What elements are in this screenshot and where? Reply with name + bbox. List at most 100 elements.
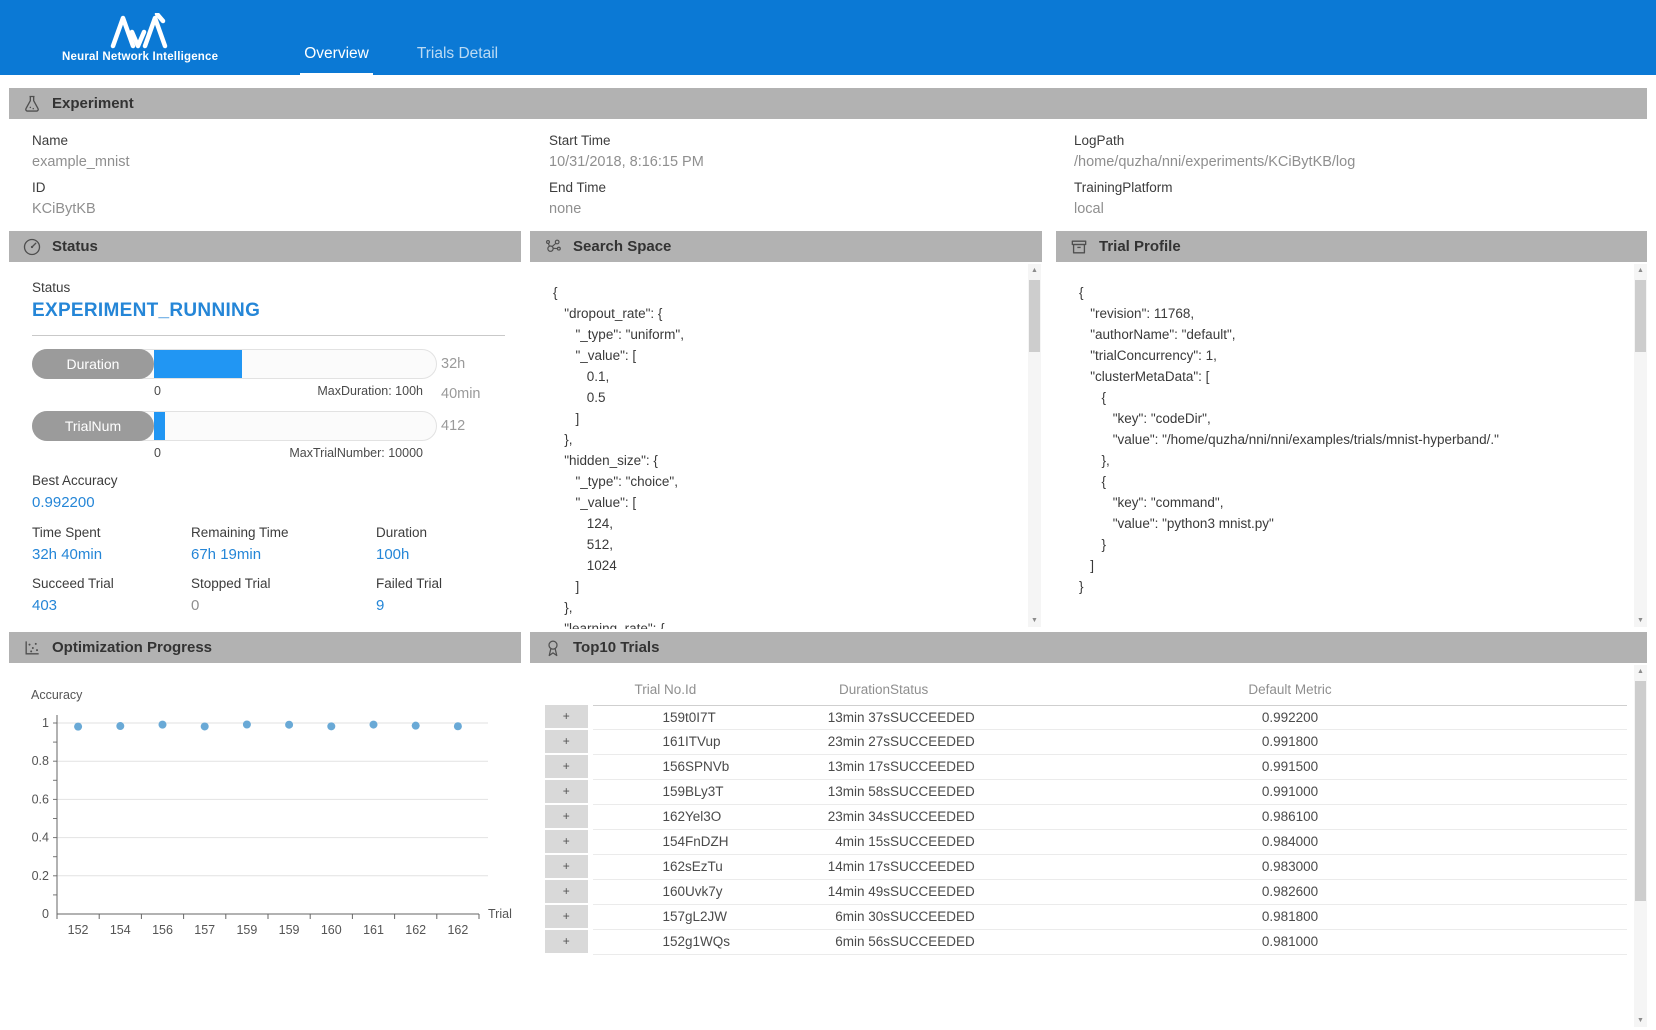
cell-trial-no: 157	[590, 904, 685, 929]
search-space-json: { "dropout_rate": { "_type": "uniform", …	[530, 262, 1042, 629]
cell-status: SUCCEEDED	[890, 779, 1090, 804]
stat-value: 67h 19min	[191, 546, 376, 563]
field-value: 10/31/2018, 8:16:15 PM	[549, 154, 1074, 170]
progress-inner	[154, 350, 422, 378]
top10-trials-table: Trial No. Id Duration Status Default Met…	[545, 675, 1627, 955]
expand-row-button[interactable]: +	[545, 829, 590, 854]
nni-logo-icon	[108, 13, 172, 49]
cell-default-metric: 0.981000	[1090, 929, 1490, 954]
cell-trial-id: g1WQs	[685, 929, 800, 954]
row-filler	[1490, 829, 1627, 854]
scroll-up-arrow[interactable]: ▲	[1634, 264, 1647, 277]
scatter-point[interactable]	[412, 722, 420, 730]
status-stat: Duration100h	[376, 525, 505, 563]
expand-row-button[interactable]: +	[545, 904, 590, 929]
cell-default-metric: 0.981800	[1090, 904, 1490, 929]
expand-row-button[interactable]: +	[545, 804, 590, 829]
optimization-section-header: Optimization Progress	[9, 632, 521, 663]
scatter-point[interactable]	[370, 721, 378, 729]
scatter-point[interactable]	[116, 722, 124, 730]
stat-label: Time Spent	[32, 525, 191, 540]
stat-label: Remaining Time	[191, 525, 376, 540]
x-tick-label: 152	[68, 923, 89, 937]
expand-row-button[interactable]: +	[545, 705, 590, 729]
field-value: /home/quzha/nni/experiments/KCiBytKB/log	[1074, 154, 1647, 170]
scroll-up-arrow[interactable]: ▲	[1634, 665, 1647, 678]
cell-trial-no: 152	[590, 929, 685, 954]
cell-status: SUCCEEDED	[890, 729, 1090, 754]
scatter-point[interactable]	[201, 722, 209, 730]
section-title: Top10 Trials	[573, 639, 659, 656]
trial-profile-scrollbar[interactable]: ▲ ▼	[1634, 264, 1647, 627]
row-filler	[1490, 729, 1627, 754]
scroll-thumb[interactable]	[1029, 280, 1040, 352]
table-row: +154FnDZH4min 15sSUCCEEDED0.984000	[545, 829, 1627, 854]
scatter-point[interactable]	[159, 721, 167, 729]
search-space-scrollbar[interactable]: ▲ ▼	[1028, 264, 1041, 627]
expand-row-button[interactable]: +	[545, 854, 590, 879]
row-filler	[1490, 929, 1627, 954]
table-header: Trial No. Id Duration Status Default Met…	[545, 675, 1627, 705]
scatter-point[interactable]	[243, 720, 251, 728]
stat-value: 32h 40min	[32, 546, 191, 563]
progress-max-label: MaxDuration: 100h	[317, 384, 423, 398]
field-value: none	[549, 201, 1074, 217]
trial-profile-section-header: Trial Profile	[1056, 231, 1647, 262]
field-value: example_mnist	[32, 154, 549, 170]
stat-label: Failed Trial	[376, 576, 505, 591]
table-row: +156SPNVb13min 17sSUCCEEDED0.991500	[545, 754, 1627, 779]
cell-default-metric: 0.982600	[1090, 879, 1490, 904]
stat-label: Stopped Trial	[191, 576, 376, 591]
tab-overview[interactable]: Overview	[300, 45, 373, 75]
field-label: Name	[32, 133, 549, 148]
tab-trials-detail[interactable]: Trials Detail	[413, 45, 502, 75]
scroll-thumb[interactable]	[1635, 681, 1646, 901]
status-label: Status	[32, 280, 505, 295]
cell-duration: 6min 30s	[800, 904, 890, 929]
top10-scrollbar[interactable]: ▲ ▼	[1634, 665, 1647, 1027]
cell-duration: 13min 58s	[800, 779, 890, 804]
progress-min: 0	[154, 446, 161, 460]
optimization-chart-body: 00.20.40.60.8115215415615715915916016116…	[9, 663, 521, 1029]
cell-status: SUCCEEDED	[890, 904, 1090, 929]
scroll-down-arrow[interactable]: ▼	[1634, 614, 1647, 627]
accuracy-scatter-chart: 00.20.40.60.8115215415615715915916016116…	[9, 683, 521, 983]
cell-trial-id: BLy3T	[685, 779, 800, 804]
nni-logo[interactable]: Neural Network Intelligence	[62, 13, 218, 63]
x-tick-label: 159	[236, 923, 257, 937]
expand-row-button[interactable]: +	[545, 779, 590, 804]
x-axis-title: Trial	[488, 907, 512, 921]
cell-status: SUCCEEDED	[890, 854, 1090, 879]
cell-default-metric: 0.991800	[1090, 729, 1490, 754]
top10-section-header: Top10 Trials	[530, 632, 1647, 663]
progress-fill	[154, 350, 242, 378]
field-label: TrainingPlatform	[1074, 180, 1647, 195]
status-section-header: Status	[9, 231, 521, 262]
row-filler	[1490, 879, 1627, 904]
top-navigation-bar: Neural Network Intelligence Overview Tri…	[0, 0, 1656, 75]
y-axis-title: Accuracy	[31, 688, 83, 702]
table-row: +159t0I7T13min 37sSUCCEEDED0.992200	[545, 705, 1627, 729]
scatter-point[interactable]	[327, 722, 335, 730]
experiment-column: Start Time10/31/2018, 8:16:15 PMEnd Time…	[549, 133, 1074, 231]
expand-row-button[interactable]: +	[545, 729, 590, 754]
scatter-point[interactable]	[74, 723, 82, 731]
expand-row-button[interactable]: +	[545, 754, 590, 779]
scroll-down-arrow[interactable]: ▼	[1634, 1014, 1647, 1027]
column-status: Status	[890, 675, 1090, 705]
column-id: Id	[685, 675, 800, 705]
trial-profile-json: { "revision": 11768, "authorName": "defa…	[1056, 262, 1647, 597]
experiment-column: Nameexample_mnistIDKCiBytKB	[32, 133, 549, 231]
stat-label: Duration	[376, 525, 505, 540]
archive-box-icon	[1069, 237, 1089, 257]
y-tick-label: 0.4	[32, 831, 49, 845]
scroll-down-arrow[interactable]: ▼	[1028, 614, 1041, 627]
expand-row-button[interactable]: +	[545, 929, 590, 954]
progress-max-label: MaxTrialNumber: 10000	[289, 446, 423, 460]
scroll-up-arrow[interactable]: ▲	[1028, 264, 1041, 277]
scroll-thumb[interactable]	[1635, 280, 1646, 352]
scatter-point[interactable]	[454, 722, 462, 730]
scatter-point[interactable]	[285, 721, 293, 729]
search-space-section-header: Search Space	[530, 231, 1042, 262]
expand-row-button[interactable]: +	[545, 879, 590, 904]
